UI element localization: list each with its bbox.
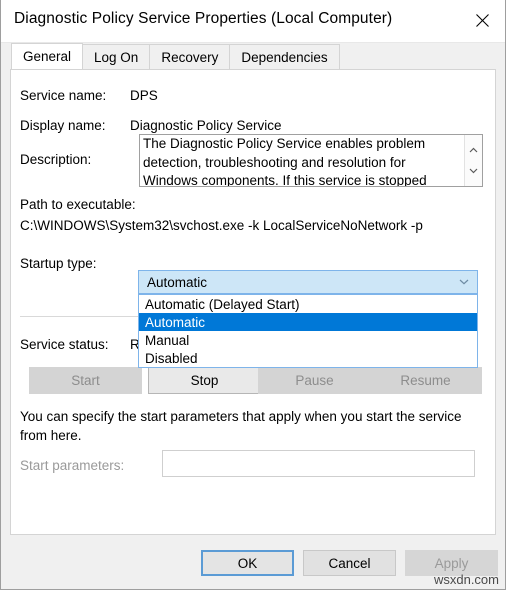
start-parameters-label: Start parameters: <box>20 458 125 473</box>
cancel-button-label: Cancel <box>328 555 371 571</box>
close-button[interactable] <box>459 0 505 41</box>
scroll-up-icon[interactable] <box>465 141 482 158</box>
resume-button-label: Resume <box>400 373 451 388</box>
dropdown-option-label: Manual <box>145 332 190 348</box>
pause-button[interactable]: Pause <box>258 367 371 394</box>
site-watermark: wsxdn.com <box>433 572 499 587</box>
start-parameters-hint: You can specify the start parameters tha… <box>20 409 462 443</box>
display-name-label: Display name: <box>20 118 106 133</box>
tab-recovery[interactable]: Recovery <box>149 44 231 69</box>
scroll-down-icon[interactable] <box>465 162 482 179</box>
path-to-executable-value: C:\WINDOWS\System32\svchost.exe -k Local… <box>20 218 423 233</box>
tab-log-on[interactable]: Log On <box>82 44 151 69</box>
dropdown-option-manual[interactable]: Manual <box>139 331 477 349</box>
tab-recovery-label: Recovery <box>161 49 219 65</box>
start-button[interactable]: Start <box>29 367 142 394</box>
tab-log-on-label: Log On <box>94 49 139 65</box>
title-bar: Diagnostic Policy Service Properties (Lo… <box>1 0 505 43</box>
display-name-value: Diagnostic Policy Service <box>130 118 282 133</box>
cancel-button[interactable]: Cancel <box>303 550 396 576</box>
ok-button-label: OK <box>237 555 258 571</box>
stop-button-label: Stop <box>190 373 219 388</box>
tab-dependencies[interactable]: Dependencies <box>229 44 340 69</box>
window-title: Diagnostic Policy Service Properties (Lo… <box>14 10 393 27</box>
tab-dependencies-label: Dependencies <box>241 49 328 65</box>
tab-general-label: General <box>23 49 72 64</box>
dropdown-option-label: Disabled <box>145 350 198 366</box>
dropdown-option-disabled[interactable]: Disabled <box>139 349 477 367</box>
start-parameters-input[interactable] <box>162 450 475 477</box>
tab-general[interactable]: General <box>11 43 84 69</box>
dropdown-option-automatic[interactable]: Automatic <box>139 313 477 331</box>
startup-type-value: Automatic <box>147 274 208 290</box>
path-to-executable-label: Path to executable: <box>20 197 136 212</box>
startup-type-label: Startup type: <box>20 256 97 271</box>
ok-button[interactable]: OK <box>201 550 294 576</box>
service-name-label: Service name: <box>20 88 107 103</box>
stop-button[interactable]: Stop <box>148 367 261 394</box>
dropdown-option-label: Automatic <box>145 314 206 330</box>
service-properties-dialog: Diagnostic Policy Service Properties (Lo… <box>0 0 506 590</box>
service-name-value: DPS <box>130 88 158 103</box>
resume-button[interactable]: Resume <box>369 367 482 394</box>
apply-button-label: Apply <box>434 555 469 571</box>
service-status-label: Service status: <box>20 337 109 352</box>
tab-bar: General Log On Recovery Dependencies <box>1 43 505 69</box>
startup-type-combobox[interactable]: Automatic <box>138 270 478 294</box>
description-scrollbar[interactable] <box>464 135 482 186</box>
description-textbox[interactable]: The Diagnostic Policy Service enables pr… <box>139 134 483 187</box>
description-label: Description: <box>20 152 92 167</box>
description-value: The Diagnostic Policy Service enables pr… <box>143 136 427 187</box>
dropdown-option-label: Automatic (Delayed Start) <box>145 296 300 312</box>
chevron-down-icon <box>459 279 469 286</box>
dropdown-option-automatic-delayed-start[interactable]: Automatic (Delayed Start) <box>139 295 477 313</box>
close-icon <box>475 14 489 27</box>
start-button-label: Start <box>71 373 100 388</box>
pause-button-label: Pause <box>295 373 334 388</box>
startup-type-dropdown-list[interactable]: Automatic (Delayed Start) Automatic Manu… <box>138 294 478 368</box>
